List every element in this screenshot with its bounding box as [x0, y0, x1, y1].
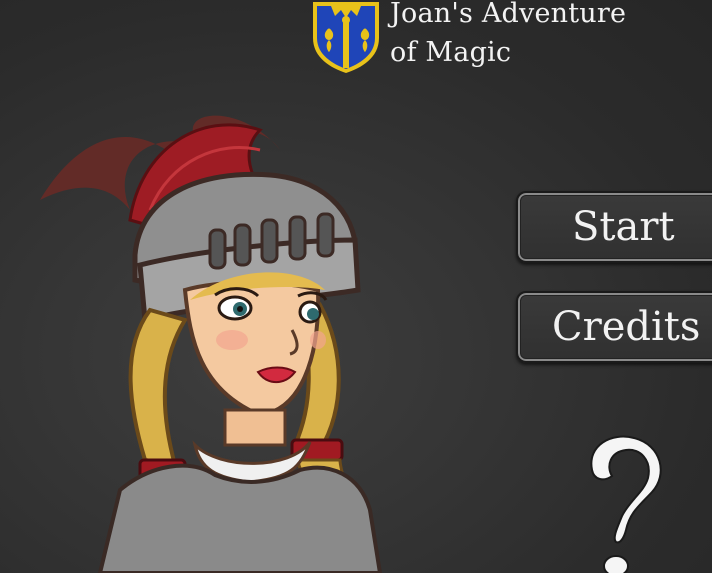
game-title-line-2: of Magic	[390, 37, 512, 68]
credits-button[interactable]: Credits	[516, 291, 712, 363]
question-mark-icon	[590, 435, 662, 573]
help-button[interactable]: ?	[582, 430, 672, 573]
game-title-line-1: Joan's Adventure	[390, 0, 627, 29]
game-logo: Joan's Adventure of Magic	[309, 0, 709, 80]
start-button-label: Start	[572, 204, 675, 250]
joan-character-illustration	[40, 115, 383, 573]
credits-button-label: Credits	[552, 304, 701, 350]
start-button[interactable]: Start	[516, 191, 712, 263]
crest-icon	[313, 2, 379, 73]
title-screen: Joan's Adventure of Magic Start Credits …	[0, 0, 712, 573]
